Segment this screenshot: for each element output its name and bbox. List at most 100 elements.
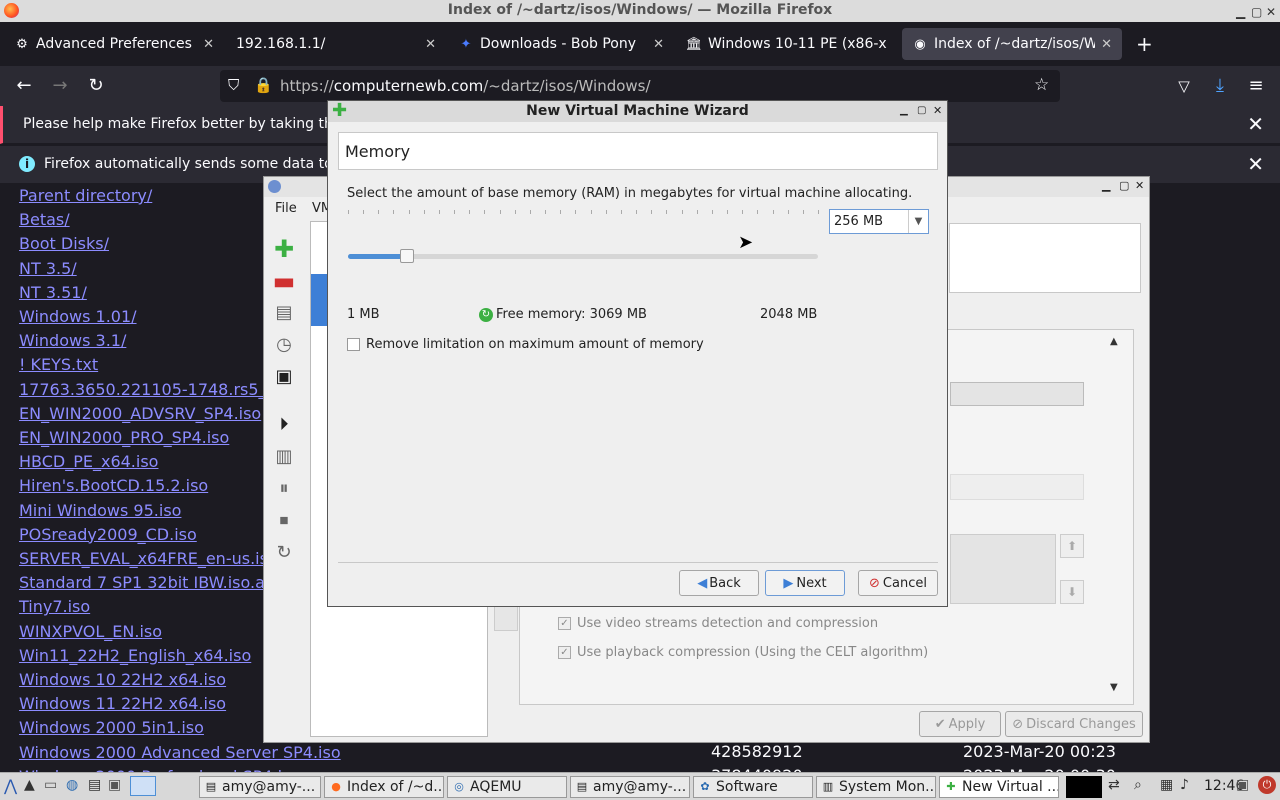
file-link[interactable]: Mini Windows 95.iso — [19, 501, 181, 520]
lock-screen-icon[interactable]: ▣ — [1236, 777, 1249, 793]
pocket-icon[interactable]: ▽ — [1172, 74, 1196, 98]
volume-icon[interactable]: ♪ — [1180, 777, 1189, 793]
file-link[interactable]: Hiren's.BootCD.15.2.iso — [19, 476, 208, 495]
file-link[interactable]: Win11_22H2_English_x64.iso — [19, 646, 251, 665]
file-link[interactable]: Tiny7.iso — [19, 597, 90, 616]
magnifier-icon[interactable]: ⌕ — [1134, 777, 1142, 793]
video-streams-checkbox[interactable]: ✓ Use video streams detection and compres… — [558, 616, 878, 631]
checkbox-icon[interactable]: ✓ — [558, 646, 571, 659]
list-box[interactable] — [950, 534, 1056, 604]
scroll-down-icon[interactable]: ▼ — [1110, 682, 1118, 693]
close-icon[interactable]: ✕ — [1135, 179, 1144, 192]
file-link[interactable]: 17763.3650.221105-1748.rs5_ — [19, 380, 267, 399]
file-link[interactable]: EN_WIN2000_PRO_SP4.iso — [19, 428, 229, 447]
back-button[interactable]: ◀ Back — [679, 570, 759, 596]
file-link[interactable]: NT 3.51/ — [19, 283, 87, 302]
reset-icon[interactable]: ↻ — [272, 541, 296, 565]
tab-close-icon[interactable]: ✕ — [1101, 37, 1112, 52]
hamburger-menu-icon[interactable]: ≡ — [1244, 74, 1268, 98]
url-bar[interactable]: ⛉ 🔒 https://computernewb.com/~dartz/isos… — [220, 70, 1060, 102]
task-new-vm-wizard[interactable]: ✚ New Virtual ... — [939, 776, 1059, 798]
checkbox-icon[interactable] — [347, 338, 360, 351]
close-icon[interactable]: ✕ — [1266, 2, 1276, 23]
file-link[interactable]: ! KEYS.txt — [19, 355, 98, 374]
pause-icon[interactable]: ⏸ — [272, 477, 296, 501]
terminal-icon[interactable]: ▣ — [272, 365, 296, 389]
task-firefox[interactable]: ● Index of /~d... — [324, 776, 444, 798]
file-link[interactable]: Betas/ — [19, 210, 70, 229]
tab-router[interactable]: 192.168.1.1/ ✕ — [226, 28, 446, 60]
close-icon[interactable]: ✕ — [1247, 152, 1264, 176]
new-tab-icon[interactable]: + — [1136, 32, 1153, 56]
text-field[interactable] — [950, 382, 1084, 406]
file-link[interactable]: Parent directory/ — [19, 186, 152, 205]
file-link[interactable]: HBCD_PE_x64.iso — [19, 452, 158, 471]
task-terminal-2[interactable]: ▤ amy@amy-... — [570, 776, 690, 798]
chevron-down-icon[interactable]: ▼ — [908, 210, 928, 233]
download-icon[interactable]: ⤓ — [1208, 74, 1232, 98]
maximize-icon[interactable]: ▢ — [917, 101, 926, 121]
clipboard-icon[interactable]: ▦ — [1160, 777, 1173, 793]
file-link[interactable]: WINXPVOL_EN.iso — [19, 622, 162, 641]
reload-icon[interactable]: ↻ — [84, 74, 108, 98]
power-icon[interactable]: ⏻ — [1258, 776, 1276, 794]
save-icon[interactable]: ▥ — [272, 445, 296, 469]
close-icon[interactable]: ✕ — [1247, 112, 1264, 136]
file-link[interactable]: EN_WIN2000_ADVSRV_SP4.iso — [19, 404, 261, 423]
back-icon[interactable]: ← — [12, 74, 36, 98]
move-up-icon[interactable]: ⬆ — [1060, 534, 1084, 558]
file-link[interactable]: Windows 11 22H2 x64.iso — [19, 694, 226, 713]
maximize-icon[interactable]: ▢ — [1119, 179, 1129, 192]
tab-downloads[interactable]: ✦ Downloads - Bob Pony ✕ — [448, 28, 674, 60]
play-icon[interactable]: ⏵ — [272, 413, 296, 437]
task-system-monitor[interactable]: ▥ System Mon... — [816, 776, 936, 798]
remove-limit-checkbox[interactable]: Remove limitation on maximum amount of m… — [347, 337, 704, 352]
tab-advanced-preferences[interactable]: ⚙ Advanced Preferences ✕ — [4, 28, 224, 60]
checkbox-icon[interactable]: ✓ — [558, 617, 571, 630]
shield-icon[interactable]: ⛉ — [228, 76, 239, 94]
cancel-button[interactable]: ⊘ Cancel — [858, 570, 938, 596]
show-desktop-icon[interactable]: ▣ — [108, 777, 121, 793]
minimize-icon[interactable]: ▁ — [900, 101, 908, 121]
file-link[interactable]: Boot Disks/ — [19, 234, 109, 253]
minimize-icon[interactable]: ▁ — [1102, 179, 1110, 192]
stop-icon[interactable]: ⏹ — [272, 509, 296, 533]
file-link[interactable]: POSready2009_CD.iso — [19, 525, 197, 544]
refresh-icon[interactable]: ↻ — [479, 307, 493, 322]
apply-button[interactable]: ✔ Apply — [919, 711, 1001, 737]
next-button[interactable]: ▶ Next — [765, 570, 845, 596]
file-link[interactable]: SERVER_EVAL_x64FRE_en-us.is — [19, 549, 268, 568]
files-icon[interactable]: ▭ — [44, 777, 57, 793]
scroll-up-icon[interactable]: ▲ — [1110, 336, 1118, 347]
clock-icon[interactable]: ◷ — [272, 333, 296, 357]
file-link[interactable]: Windows 1.01/ — [19, 307, 137, 326]
close-icon[interactable]: ✕ — [933, 101, 942, 121]
tab-windows-pe[interactable]: 🏛 Windows 10-11 PE (x86-x — [676, 28, 900, 60]
terminal-icon[interactable]: ▤ — [88, 777, 101, 793]
minimize-icon[interactable]: ▁ — [1236, 2, 1245, 23]
launcher-icon[interactable]: ▲ — [24, 777, 35, 793]
forward-icon[interactable]: → — [48, 74, 72, 98]
file-link[interactable]: Standard 7 SP1 32bit IBW.iso.a — [19, 573, 265, 592]
add-vm-icon[interactable]: ✚ — [272, 237, 296, 261]
move-down-icon[interactable]: ⬇ — [1060, 580, 1084, 604]
menu-file[interactable]: File — [275, 201, 297, 216]
discard-changes-button[interactable]: ⊘ Discard Changes — [1005, 711, 1143, 737]
disk-icon[interactable]: ▤ — [272, 301, 296, 325]
file-link[interactable]: Windows 2000 5in1.iso — [19, 718, 204, 737]
file-link[interactable]: NT 3.5/ — [19, 259, 77, 278]
tab-close-icon[interactable]: ✕ — [653, 37, 664, 52]
network-icon[interactable]: ⇄ — [1108, 777, 1120, 793]
memory-slider-handle[interactable] — [400, 249, 414, 263]
file-link[interactable]: Windows 10 22H2 x64.iso — [19, 670, 226, 689]
maximize-icon[interactable]: ▢ — [1251, 2, 1262, 23]
task-software[interactable]: ✿ Software — [693, 776, 813, 798]
memory-combo-box[interactable]: 256 MB ▼ — [829, 209, 929, 234]
remove-vm-icon[interactable]: ▬ — [272, 269, 296, 293]
file-link[interactable]: Windows 3.1/ — [19, 331, 126, 350]
task-aqemu[interactable]: ◎ AQEMU — [447, 776, 567, 798]
tab-close-icon[interactable]: ✕ — [203, 37, 214, 52]
bookmark-star-icon[interactable]: ☆ — [1034, 75, 1049, 95]
start-menu-icon[interactable]: ⋀ — [4, 776, 17, 795]
lock-icon[interactable]: 🔒 — [254, 76, 273, 94]
